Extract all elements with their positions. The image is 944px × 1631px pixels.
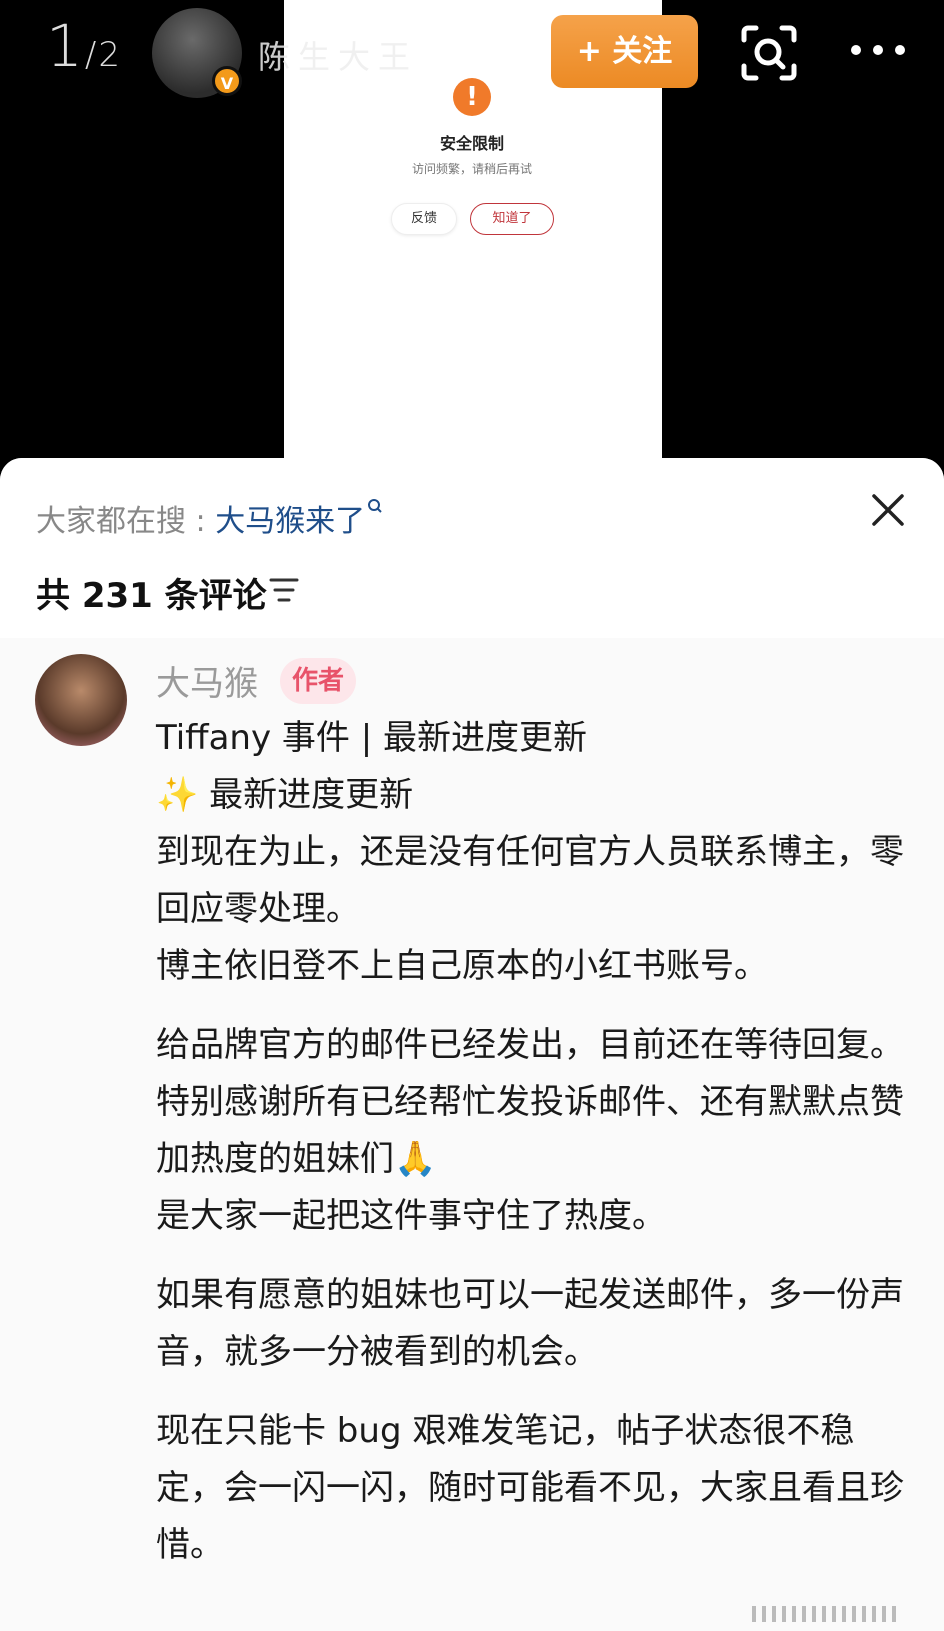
comment-count: 共 231 条评论 <box>36 576 267 616</box>
page-current: 1 <box>46 12 85 80</box>
feedback-button: 反馈 <box>391 203 457 235</box>
ok-button: 知道了 <box>470 203 554 235</box>
search-prefix: 大家都在搜 : <box>36 504 216 539</box>
more-icon[interactable] <box>848 40 908 60</box>
page-total: 2 <box>98 35 123 75</box>
comments-header: 大家都在搜 : 大马猴来了 共 231 条评论 <box>0 458 944 638</box>
comment-line: Tiffany 事件 | 最新进度更新 <box>156 718 587 758</box>
comment-line: 到现在为止，还是没有任何官方人员联系博主，零回应零处理。 <box>156 832 904 929</box>
media-viewer: ! 安全限制 访问频繁，请稍后再试 反馈 知道了 1/2 V 陈生大王 + 关注 <box>0 0 944 460</box>
comment-line: 给品牌官方的邮件已经发出，目前还在等待回复。 <box>156 1025 904 1065</box>
user-name[interactable]: 陈生大王 <box>258 32 418 78</box>
comment-line: 特别感谢所有已经帮忙发投诉邮件、还有默默点赞加热度的姐妹们🙏 <box>156 1082 904 1179</box>
trending-search[interactable]: 大家都在搜 : 大马猴来了 <box>36 496 383 540</box>
page-indicator: 1/2 <box>46 12 123 80</box>
search-icon <box>368 499 382 513</box>
comment-line: ✨ 最新进度更新 <box>156 775 414 815</box>
watermark-logo <box>752 1606 896 1622</box>
author-badge: 作者 <box>280 658 357 704</box>
follow-button[interactable]: + 关注 <box>551 15 698 88</box>
commenter-avatar[interactable] <box>35 654 127 746</box>
warning-icon: ! <box>453 78 491 116</box>
filter-icon[interactable] <box>268 576 300 604</box>
commenter-name[interactable]: 大马猴 <box>156 656 258 705</box>
close-icon[interactable] <box>870 492 906 528</box>
scan-icon[interactable] <box>740 24 798 82</box>
verified-badge: V <box>212 66 242 96</box>
comment-line: 是大家一起把这件事守住了热度。 <box>156 1196 666 1236</box>
dialog-subtitle: 访问频繁，请稍后再试 <box>411 162 532 176</box>
search-keyword[interactable]: 大马猴来了 <box>215 504 365 539</box>
comment-line: 现在只能卡 bug 艰难发笔记，帖子状态很不稳定，会一闪一闪，随时可能看不见，大… <box>156 1411 904 1565</box>
dialog-title: 安全限制 <box>439 134 504 153</box>
comment-body: Tiffany 事件 | 最新进度更新 ✨ 最新进度更新 到现在为止，还是没有任… <box>156 710 916 1574</box>
comment-line: 博主依旧登不上自己原本的小红书账号。 <box>156 946 768 986</box>
comment-line: 如果有愿意的姐妹也可以一起发送邮件，多一份声音，就多一分被看到的机会。 <box>156 1275 904 1372</box>
comments-sheet: 大家都在搜 : 大马猴来了 共 231 条评论 大马猴 作者 Tiffany 事… <box>0 458 944 1631</box>
